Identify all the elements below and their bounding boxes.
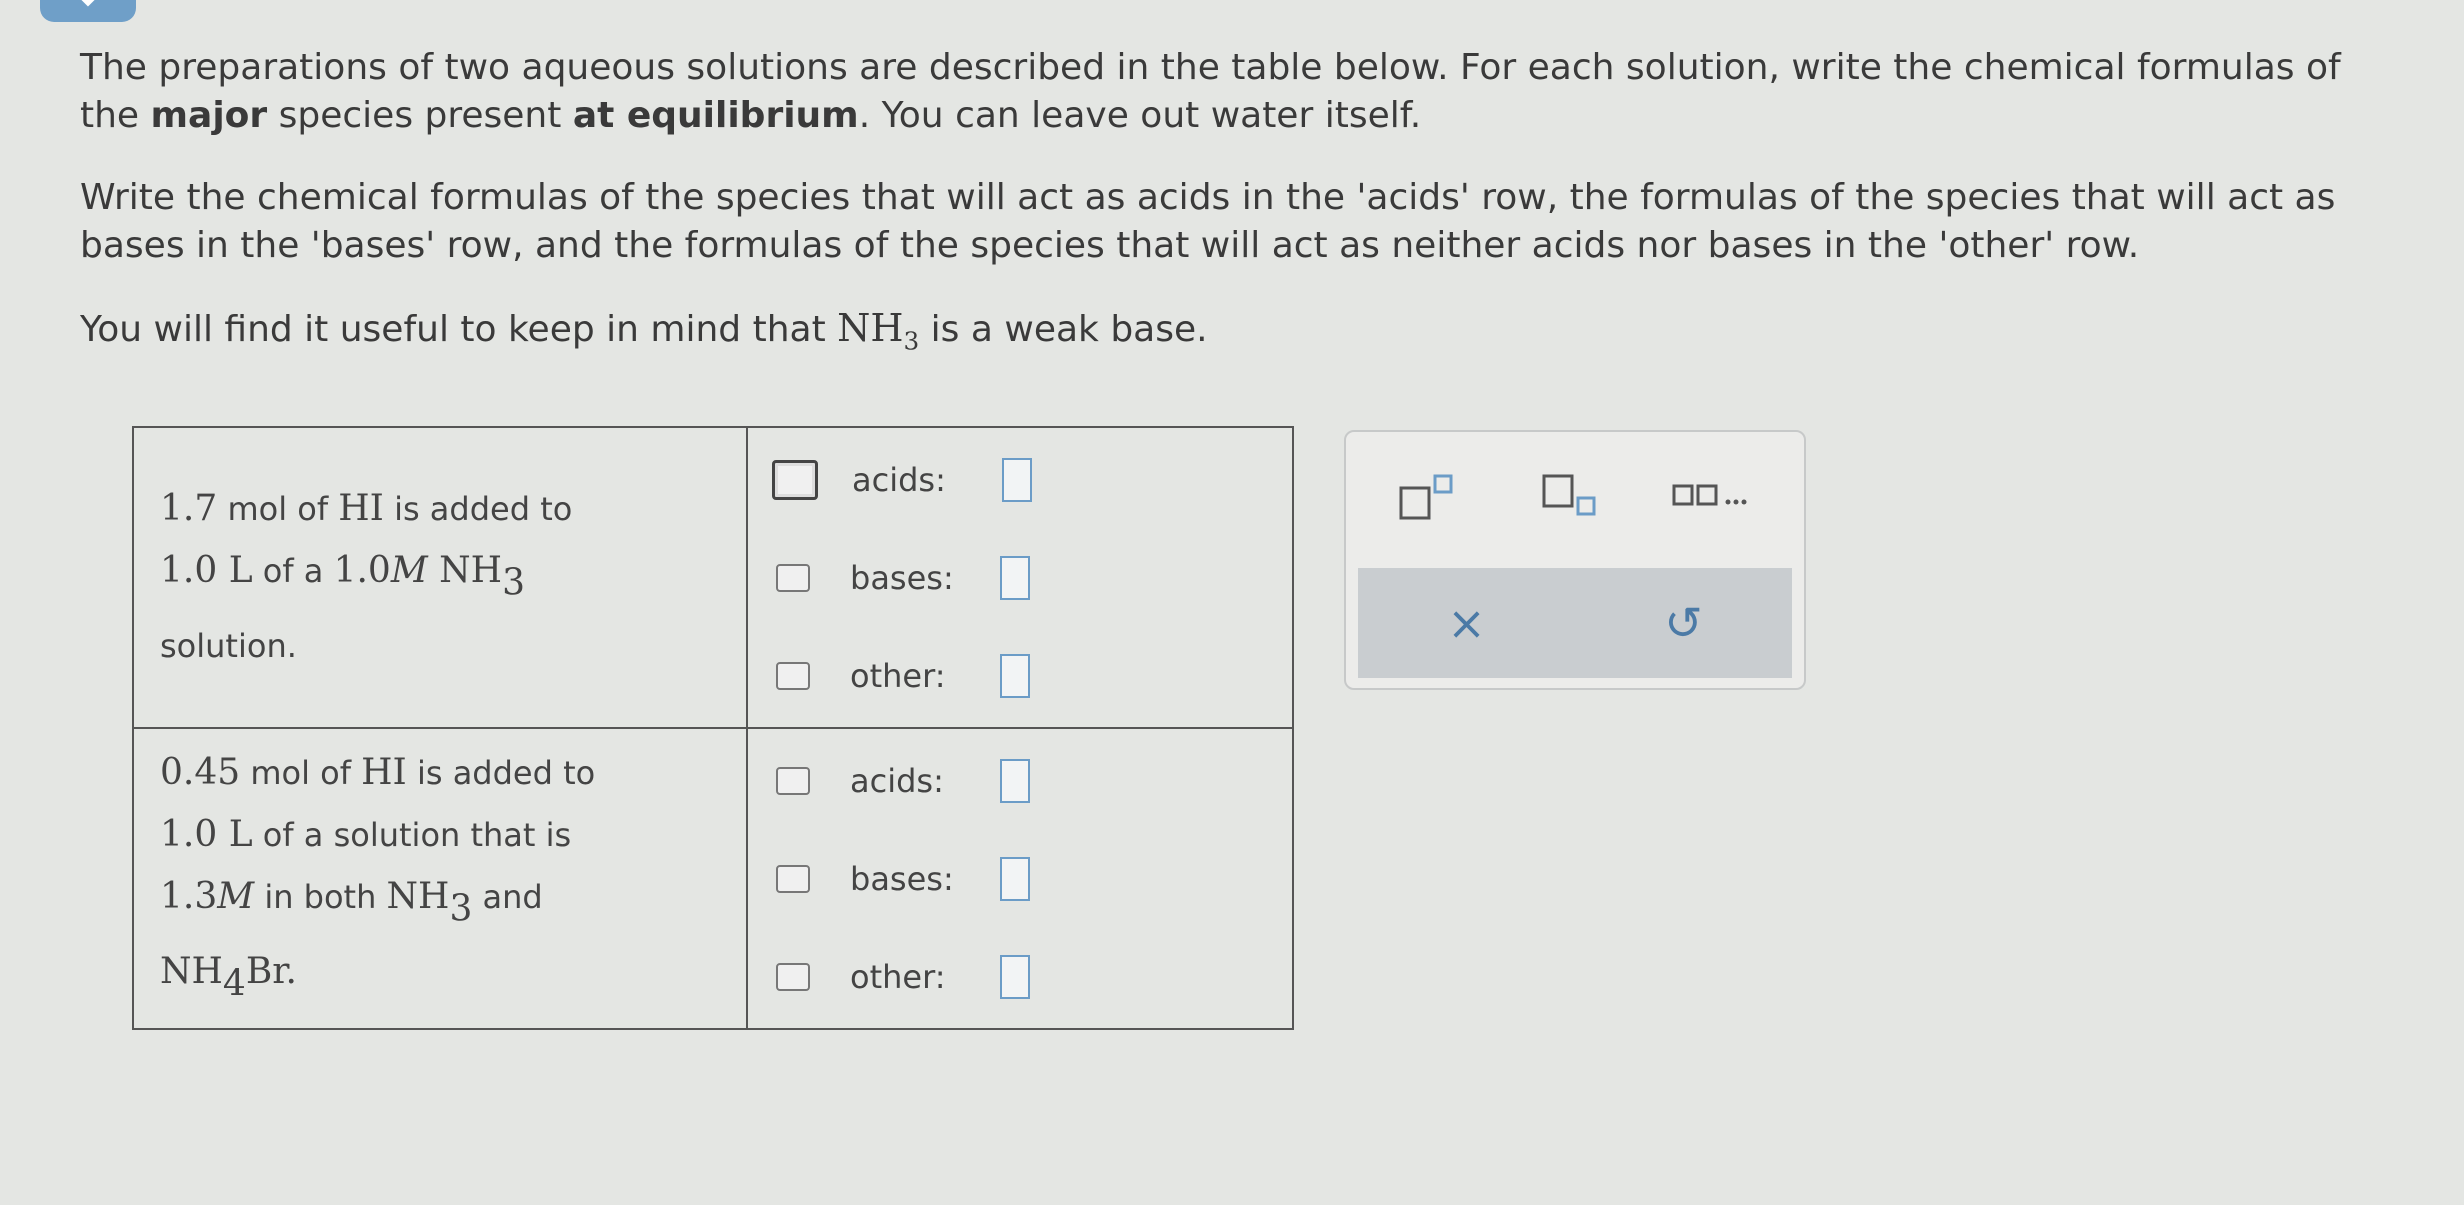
subscript-icon [1542, 474, 1596, 516]
close-icon: × [1447, 596, 1486, 650]
row-checkbox[interactable] [776, 864, 810, 893]
problem-2-answers: acids: bases: other: [746, 727, 1294, 1030]
row-checkbox[interactable] [776, 766, 810, 795]
row-checkbox[interactable] [776, 962, 810, 991]
bold-at-equilibrium: at equilibrium [572, 95, 859, 136]
answer-label: acids: [850, 761, 944, 800]
desc-line: 1.3M in both NH3 and [160, 866, 720, 941]
formula-subscript: 3 [903, 326, 920, 356]
instruction-text: . You can leave out water itself. [858, 95, 1422, 136]
formula-text: NH [837, 306, 904, 350]
problem-1-answers: acids: bases: other: [746, 426, 1294, 729]
volume: 1.0 L [160, 550, 253, 592]
subscript-button[interactable] [1520, 457, 1630, 537]
formula: NH [427, 550, 503, 592]
formula: Br. [245, 950, 297, 992]
bases-input[interactable] [1000, 555, 1030, 600]
acids-input[interactable] [1002, 457, 1032, 502]
volume: 1.0 L [160, 813, 253, 855]
answer-row-other: other: [748, 928, 1292, 1026]
instruction-paragraph-1: The preparations of two aqueous solution… [80, 44, 2410, 140]
amount: 0.45 [160, 751, 241, 793]
desc-text: mol of [217, 490, 339, 529]
ellipsis-dots-icon [1672, 484, 1747, 506]
desc-line: NH4Br. [160, 941, 720, 1016]
formula: HI [338, 488, 384, 530]
collapse-chevron-button[interactable] [40, 0, 136, 22]
desc-line: 1.0 L of a solution that is [160, 804, 720, 866]
bases-input[interactable] [1000, 856, 1030, 901]
instruction-text: species present [267, 95, 573, 136]
amount: 1.7 [160, 488, 218, 530]
formula: HI [361, 751, 407, 793]
more-templates-button[interactable] [1663, 457, 1773, 537]
instruction-text: is a weak base. [919, 309, 1208, 350]
problem-row-2: 0.45 mol of HI is added to 1.0 L of a so… [132, 727, 1294, 1030]
formula-subscript: 3 [502, 562, 525, 604]
problem-row-1: 1.7 mol of HI is added to 1.0 L of a 1.0… [132, 426, 1294, 729]
answer-label: bases: [850, 558, 954, 597]
formula: NH [386, 875, 450, 917]
instructions: The preparations of two aqueous solution… [80, 44, 2410, 400]
desc-text: of a solution that is [252, 815, 572, 854]
undo-icon: ↺ [1664, 596, 1703, 650]
formula-subscript: 3 [449, 888, 473, 930]
instruction-paragraph-2: Write the chemical formulas of the speci… [80, 177, 2336, 266]
desc-text: of a [252, 552, 334, 591]
bold-major: major [150, 95, 268, 136]
answer-row-other: other: [748, 627, 1292, 725]
nh3-formula: NH3 [837, 306, 919, 356]
instruction-text: You will find it useful to keep in mind … [80, 309, 838, 350]
concentration: 1.3 [160, 875, 218, 917]
desc-line: 1.0 L of a 1.0M NH3 [160, 540, 720, 615]
desc-text: in both [254, 877, 387, 916]
toolbar-bottom-row: × ↺ [1358, 568, 1792, 678]
desc-line: 0.45 mol of HI is added to [160, 742, 720, 804]
row-checkbox[interactable] [776, 661, 810, 690]
chevron-down-icon [81, 0, 95, 7]
answer-row-acids: acids: [748, 431, 1292, 529]
problem-1-description: 1.7 mol of HI is added to 1.0 L of a 1.0… [132, 426, 748, 729]
instruction-paragraph-3: You will find it useful to keep in mind … [80, 304, 2410, 366]
answer-row-bases: bases: [748, 529, 1292, 627]
answer-label: bases: [850, 859, 954, 898]
row-checkbox[interactable] [776, 563, 810, 592]
other-input[interactable] [1000, 954, 1030, 999]
undo-button[interactable]: ↺ [1629, 583, 1739, 663]
answer-label: acids: [852, 460, 946, 499]
desc-text: mol of [240, 753, 362, 792]
formula-subscript: 4 [222, 963, 246, 1005]
answer-label: other: [850, 957, 946, 996]
molarity-unit: M [217, 875, 255, 917]
math-toolbar: × ↺ [1344, 430, 1806, 690]
desc-text: and [472, 877, 543, 916]
toolbar-top-row [1346, 432, 1804, 562]
desc-line: 1.7 mol of HI is added to [160, 478, 720, 540]
answer-label: other: [850, 656, 946, 695]
row-checkbox[interactable] [772, 459, 818, 500]
desc-line: solution. [160, 626, 297, 665]
formula: NH [160, 950, 223, 992]
molarity-unit: M [390, 550, 428, 592]
problem-2-description: 0.45 mol of HI is added to 1.0 L of a so… [132, 727, 748, 1030]
problem-table: 1.7 mol of HI is added to 1.0 L of a 1.0… [132, 426, 1294, 1030]
acids-input[interactable] [1000, 758, 1030, 803]
clear-button[interactable]: × [1412, 583, 1522, 663]
desc-text: is added to [406, 753, 596, 792]
concentration: 1.0 [333, 550, 391, 592]
answer-row-bases: bases: [748, 830, 1292, 928]
desc-text: is added to [383, 490, 573, 529]
superscript-icon [1399, 474, 1453, 520]
answer-row-acids: acids: [748, 732, 1292, 830]
other-input[interactable] [1000, 653, 1030, 698]
superscript-button[interactable] [1377, 457, 1487, 537]
